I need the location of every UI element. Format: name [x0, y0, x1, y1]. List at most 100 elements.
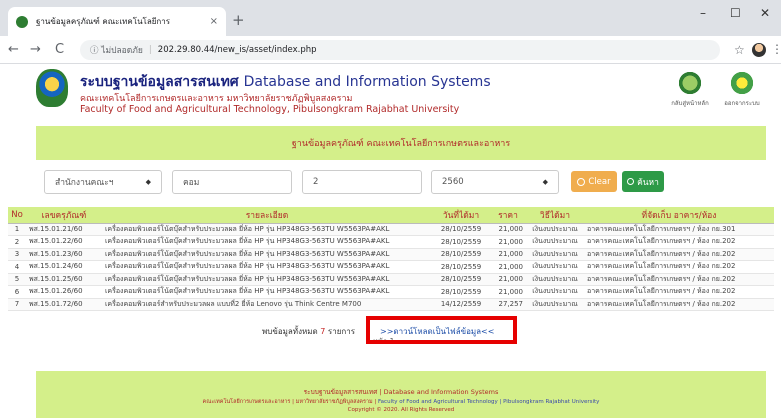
minimize-icon[interactable]: –: [700, 6, 706, 20]
site-title-th: ระบบฐานข้อมูลสารสนเทศ: [80, 74, 239, 90]
browser-menu-icon[interactable]: ⋮: [771, 42, 781, 56]
back-icon[interactable]: ←: [8, 42, 19, 57]
maximize-icon[interactable]: ☐: [730, 6, 741, 20]
asset-detail: เครื่องคอมพิวเตอร์โน้ตบุ๊คสำหรับประมวลผล…: [102, 235, 432, 249]
logout-button[interactable]: ออกจากระบบ: [722, 70, 762, 108]
asset-code-link[interactable]: พส.15.01.24/60: [26, 260, 102, 274]
search-icon: [627, 178, 635, 185]
highlight-box: [366, 316, 517, 344]
clear-icon: [577, 177, 586, 186]
acquisition-method: เงินงบประมาณ: [526, 260, 584, 274]
asset-table: No เลขครุภัณฑ์ รายละเอียด วันที่ได้มา รา…: [8, 207, 774, 311]
acquisition-method: เงินงบประมาณ: [526, 223, 584, 236]
department-select[interactable]: สำนักงานคณะฯ ◆: [44, 170, 162, 194]
table-header-row: No เลขครุภัณฑ์ รายละเอียด วันที่ได้มา รา…: [8, 207, 774, 224]
browser-tab[interactable]: ฐานข้อมูลครุภัณฑ์ คณะเทคโนโลยีการ ×: [8, 7, 226, 36]
home-button[interactable]: กลับสู่หน้าหลัก: [670, 70, 710, 108]
close-window-icon[interactable]: ✕: [760, 6, 770, 20]
logout-label: ออกจากระบบ: [724, 100, 760, 107]
asset-code-link[interactable]: พส.15.01.25/60: [26, 273, 102, 286]
banner-title: ฐานข้อมูลครุภัณฑ์ คณะเทคโนโลยีการเกษตรแล…: [291, 139, 511, 149]
address-separator: |: [148, 45, 152, 55]
row-number: 7: [8, 298, 26, 311]
forward-icon[interactable]: →: [30, 42, 41, 57]
column-header: วิธีได้มา: [526, 207, 584, 224]
asset-detail: เครื่องคอมพิวเตอร์โน้ตบุ๊คสำหรับประมวลผล…: [102, 273, 432, 286]
row-number: 2: [8, 235, 26, 249]
bookmark-star-icon[interactable]: ☆: [734, 43, 745, 57]
search-label: ค้นหา: [637, 177, 659, 188]
table-row: 7 พส.15.01.72/60 เครื่องคอมพิวเตอร์สำหรั…: [8, 298, 774, 311]
table-row: 2 พส.15.01.22/60 เครื่องคอมพิวเตอร์โน้ตบ…: [8, 235, 774, 249]
result-count: 7: [320, 327, 326, 336]
table-row: 1 พส.15.01.21/60 เครื่องคอมพิวเตอร์โน้ตบ…: [8, 223, 774, 236]
storage-location: อาคารคณะเทคโนโลยีการเกษตรฯ / ห้อง กย.202: [584, 248, 774, 261]
storage-location: อาคารคณะเทคโนโลยีการเกษตรฯ / ห้อง กย.202: [584, 285, 774, 299]
asset-code-link[interactable]: พส.15.01.21/60: [26, 223, 102, 236]
table-row: 6 พส.15.01.26/60 เครื่องคอมพิวเตอร์โน้ตบ…: [8, 285, 774, 299]
browser-window: ฐานข้อมูลครุภัณฑ์ คณะเทคโนโลยีการ × + – …: [0, 0, 781, 418]
number-value: 2: [313, 177, 319, 187]
asset-code-link[interactable]: พส.15.01.22/60: [26, 235, 102, 249]
keyword-value: คอม: [183, 178, 200, 188]
home-icon: [677, 70, 703, 96]
row-number: 4: [8, 260, 26, 274]
asset-price: 27,257: [490, 298, 526, 311]
new-tab-icon[interactable]: +: [232, 11, 245, 29]
column-header: ราคา: [490, 207, 526, 224]
page-banner: ฐานข้อมูลครุภัณฑ์ คณะเทคโนโลยีการเกษตรแล…: [36, 126, 766, 160]
search-filters: สำนักงานคณะฯ ◆ คอม 2 2560 ◆ Clear ค้นหา: [36, 170, 766, 194]
address-bar[interactable]: ⓘ ไม่ปลอดภัย | 202.29.80.44/new_is/asset…: [80, 40, 720, 60]
acquisition-method: เงินงบประมาณ: [526, 285, 584, 299]
row-number: 6: [8, 285, 26, 299]
select-caret-icon: ◆: [542, 178, 548, 186]
site-favicon-icon: [16, 15, 28, 28]
acquired-date: 28/10/2559: [432, 273, 490, 286]
asset-price: 21,000: [490, 260, 526, 274]
profile-avatar[interactable]: [752, 43, 766, 57]
summary-suffix: รายการ: [327, 327, 356, 336]
asset-detail: เครื่องคอมพิวเตอร์โน้ตบุ๊คสำหรับประมวลผล…: [102, 248, 432, 261]
summary-prefix: พบข้อมูลทั้งหมด: [262, 327, 318, 336]
column-header: เลขครุภัณฑ์: [26, 207, 102, 224]
acquired-date: 28/10/2559: [432, 260, 490, 274]
asset-code-link[interactable]: พส.15.01.23/60: [26, 248, 102, 261]
row-number: 5: [8, 273, 26, 286]
asset-detail: เครื่องคอมพิวเตอร์โน้ตบุ๊คสำหรับประมวลผล…: [102, 260, 432, 274]
asset-code-link[interactable]: พส.15.01.72/60: [26, 298, 102, 311]
storage-location: อาคารคณะเทคโนโลยีการเกษตรฯ / ห้อง กย.301: [584, 223, 774, 236]
year-select[interactable]: 2560 ◆: [431, 170, 559, 194]
acquired-date: 28/10/2559: [432, 235, 490, 249]
table-row: 3 พส.15.01.23/60 เครื่องคอมพิวเตอร์โน้ตบ…: [8, 248, 774, 261]
storage-location: อาคารคณะเทคโนโลยีการเกษตรฯ / ห้อง กย.202: [584, 273, 774, 286]
select-caret-icon: ◆: [145, 178, 151, 186]
acquired-date: 14/12/2559: [432, 298, 490, 311]
search-button[interactable]: ค้นหา: [622, 171, 664, 192]
acquisition-method: เงินงบประมาณ: [526, 273, 584, 286]
university-logo: [36, 69, 68, 107]
clear-button[interactable]: Clear: [571, 171, 617, 192]
number-input[interactable]: 2: [302, 170, 422, 194]
asset-price: 21,000: [490, 248, 526, 261]
column-header: No: [8, 207, 26, 224]
footer-copyright: Copyright © 2020. All Rights Reserved: [347, 407, 455, 413]
row-number: 3: [8, 248, 26, 261]
site-subtitle-th: คณะเทคโนโลยีการเกษตรและอาหาร มหาวิทยาลัย…: [80, 94, 353, 104]
department-value: สำนักงานคณะฯ: [55, 178, 114, 188]
home-label: กลับสู่หน้าหลัก: [671, 100, 709, 107]
reload-icon[interactable]: C: [55, 42, 64, 57]
security-indicator[interactable]: ⓘ ไม่ปลอดภัย: [90, 43, 143, 57]
page-content: ระบบฐานข้อมูลสารสนเทศ Database and Infor…: [0, 64, 781, 418]
tab-title: ฐานข้อมูลครุภัณฑ์ คณะเทคโนโลยีการ: [36, 17, 171, 26]
asset-code-link[interactable]: พส.15.01.26/60: [26, 285, 102, 299]
storage-location: อาคารคณะเทคโนโลยีการเกษตรฯ / ห้อง กย.202: [584, 260, 774, 274]
acquired-date: 28/10/2559: [432, 285, 490, 299]
acquired-date: 28/10/2559: [432, 223, 490, 236]
table-row: 4 พส.15.01.24/60 เครื่องคอมพิวเตอร์โน้ตบ…: [8, 260, 774, 274]
tab-close-icon[interactable]: ×: [210, 16, 218, 27]
address-bar-row: ← → C ⓘ ไม่ปลอดภัย | 202.29.80.44/new_is…: [0, 36, 781, 64]
keyword-input[interactable]: คอม: [172, 170, 292, 194]
asset-price: 21,000: [490, 273, 526, 286]
lock-icon: [729, 70, 755, 96]
site-title: ระบบฐานข้อมูลสารสนเทศ Database and Infor…: [80, 71, 491, 93]
